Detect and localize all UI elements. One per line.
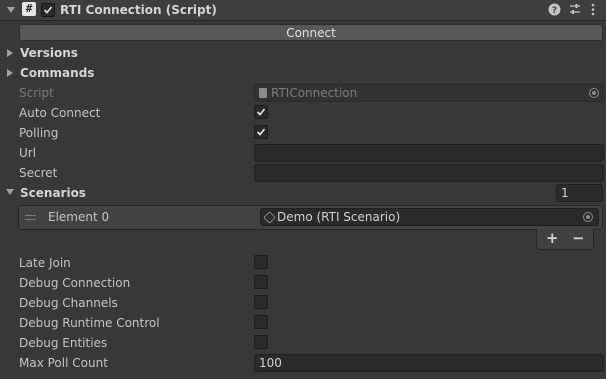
polling-checkbox[interactable]	[254, 125, 268, 139]
list-add-remove-bar: + −	[536, 229, 594, 250]
secret-label: Secret	[19, 166, 58, 180]
checkmark-icon	[256, 108, 266, 116]
section-commands[interactable]: Commands	[20, 65, 94, 81]
url-label: Url	[19, 146, 37, 160]
fold-down-icon[interactable]	[7, 7, 15, 13]
auto-connect-checkbox[interactable]	[254, 105, 268, 119]
element-object-field[interactable]: Demo (RTI Scenario)	[260, 208, 599, 226]
debug-connection-checkbox[interactable]	[254, 275, 268, 289]
remove-element-button[interactable]: −	[572, 229, 585, 248]
object-picker-icon[interactable]	[583, 212, 593, 222]
checkmark-icon	[43, 6, 53, 14]
scenarios-count-field[interactable]: 1	[556, 184, 603, 202]
secret-input[interactable]	[254, 164, 604, 182]
fold-down-icon[interactable]	[6, 189, 14, 195]
drag-handle-icon[interactable]	[25, 215, 36, 216]
script-field[interactable]: RTIConnection	[254, 84, 604, 102]
svg-text:?: ?	[552, 6, 557, 16]
fold-right-icon[interactable]	[7, 49, 13, 57]
script-field-value: RTIConnection	[271, 86, 358, 100]
fold-right-icon[interactable]	[7, 69, 13, 77]
debug-entities-checkbox[interactable]	[254, 335, 268, 349]
scenario-asset-icon	[263, 211, 276, 224]
component-enabled-checkbox[interactable]	[41, 3, 55, 17]
component-header[interactable]: # RTI Connection (Script) ?	[0, 0, 606, 21]
script-file-icon	[259, 88, 267, 98]
debug-runtime-control-checkbox[interactable]	[254, 315, 268, 329]
debug-connection-label: Debug Connection	[19, 276, 131, 290]
preset-icon[interactable]	[569, 3, 581, 16]
max-poll-count-input[interactable]: 100	[254, 354, 604, 372]
debug-channels-label: Debug Channels	[19, 296, 118, 310]
section-versions[interactable]: Versions	[20, 45, 78, 61]
auto-connect-label: Auto Connect	[19, 106, 101, 120]
script-icon: #	[22, 2, 36, 16]
element-label: Element 0	[48, 210, 110, 224]
late-join-label: Late Join	[19, 256, 71, 270]
component-title: RTI Connection (Script)	[60, 3, 217, 17]
add-element-button[interactable]: +	[546, 229, 559, 248]
section-scenarios[interactable]: Scenarios	[20, 185, 86, 201]
element-object-value: Demo (RTI Scenario)	[277, 210, 401, 224]
max-poll-count-label: Max Poll Count	[19, 356, 108, 370]
script-label: Script	[19, 86, 54, 100]
checkmark-icon	[256, 128, 266, 136]
more-icon[interactable]	[589, 3, 597, 16]
help-icon[interactable]: ?	[548, 3, 562, 17]
debug-channels-checkbox[interactable]	[254, 295, 268, 309]
connect-button[interactable]: Connect	[19, 24, 603, 41]
late-join-checkbox[interactable]	[254, 255, 268, 269]
debug-runtime-control-label: Debug Runtime Control	[19, 316, 160, 330]
object-picker-icon[interactable]	[589, 88, 599, 98]
debug-entities-label: Debug Entities	[19, 336, 108, 350]
polling-label: Polling	[19, 126, 59, 140]
scenario-list: Element 0 Demo (RTI Scenario)	[18, 205, 603, 230]
url-input[interactable]	[254, 144, 604, 162]
drag-handle-icon[interactable]	[25, 219, 36, 220]
